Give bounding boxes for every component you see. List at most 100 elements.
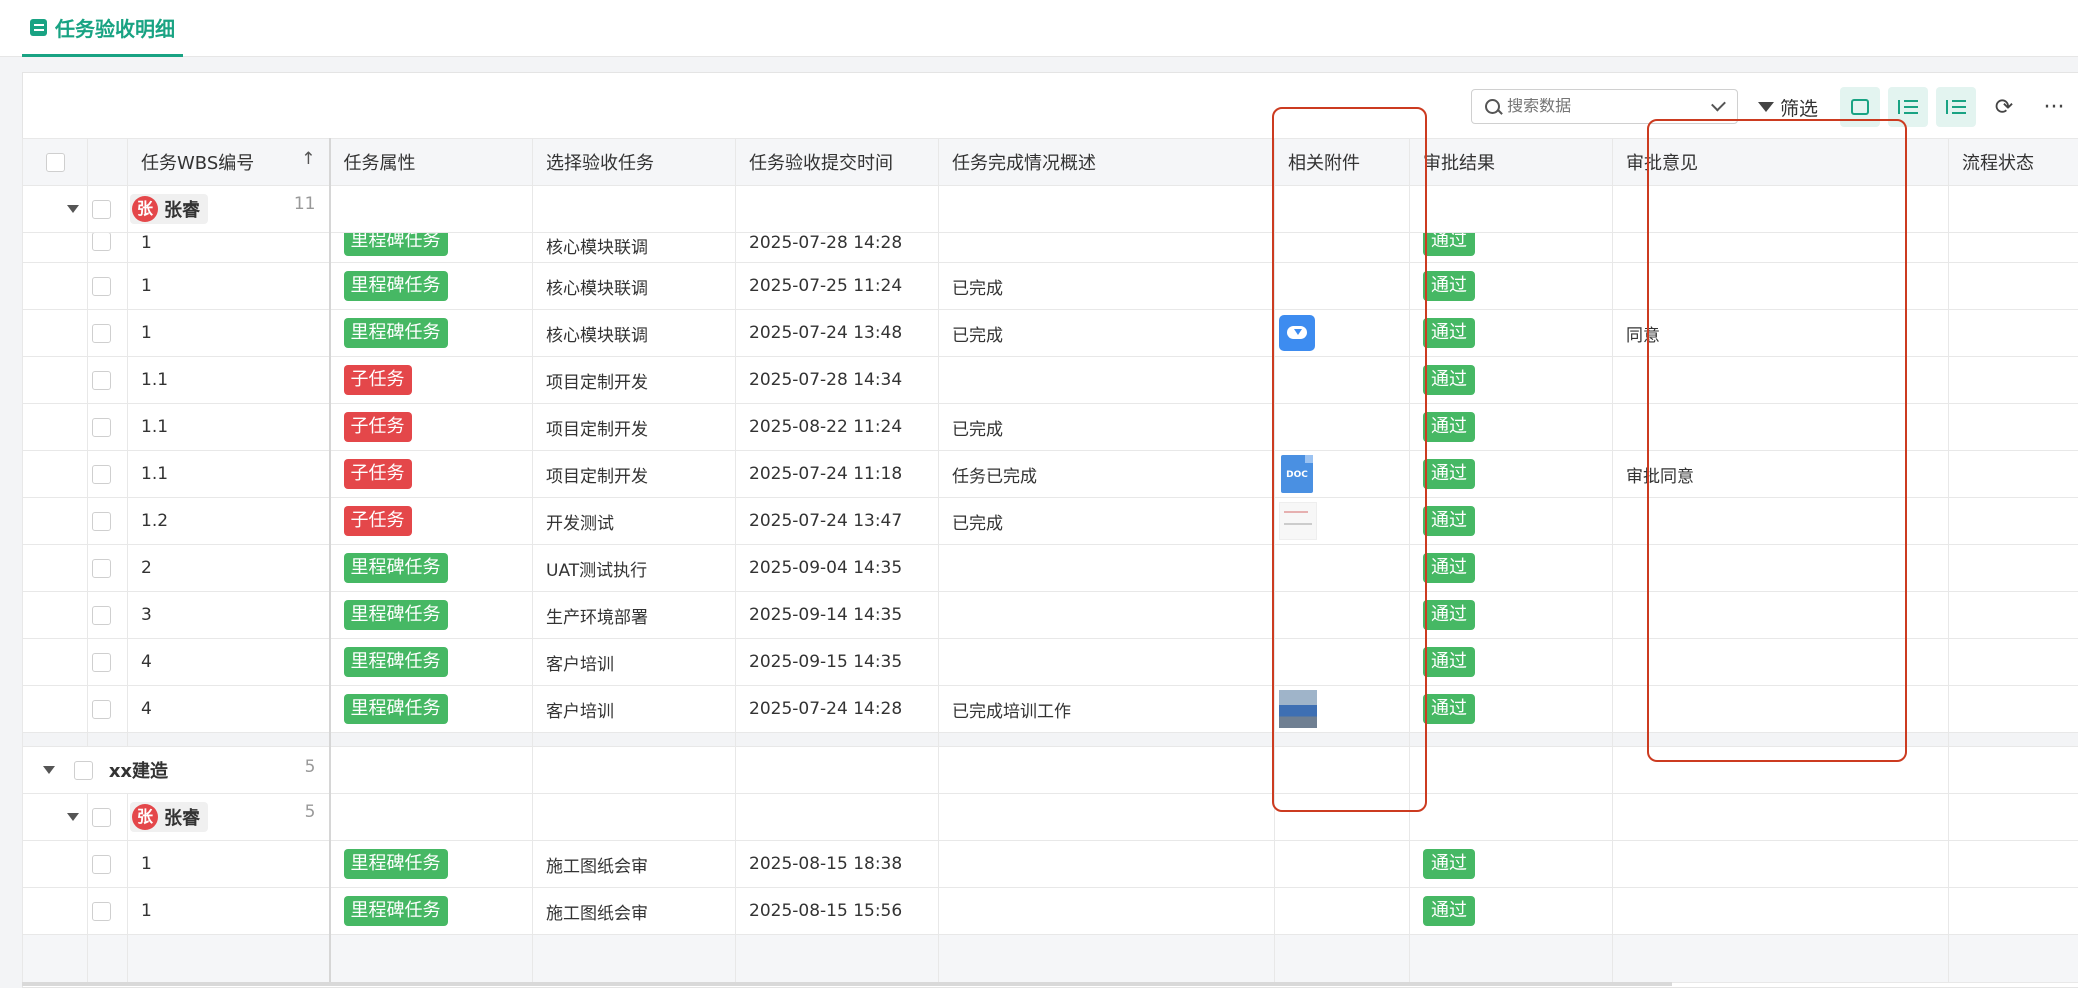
refresh-icon: ⟳ [1995, 95, 2013, 120]
avatar: 张 [132, 196, 158, 222]
search-box[interactable] [1471, 89, 1738, 124]
table-row[interactable]: 1.1 子任务 项目定制开发 2025-07-24 11:18 任务已完成 DO… [23, 451, 2078, 498]
group-count: 5 [305, 802, 316, 822]
col-result[interactable]: 审批结果 [1410, 139, 1613, 186]
attr-tag: 子任务 [344, 506, 412, 536]
table-row[interactable]: 1.2 子任务 开发测试 2025-07-24 13:47 已完成 通过 [23, 498, 2078, 545]
result-tag: 通过 [1423, 694, 1475, 724]
row-checkbox[interactable] [92, 233, 111, 251]
result-tag: 通过 [1423, 506, 1475, 536]
acceptance-table: 任务WBS编号↑ 任务属性 选择验收任务 任务验收提交时间 任务完成情况概述 相… [22, 138, 2078, 983]
row-checkbox[interactable] [92, 902, 111, 921]
attr-tag: 子任务 [344, 412, 412, 442]
col-task[interactable]: 选择验收任务 [533, 139, 736, 186]
doc-file-icon[interactable]: DOC [1281, 455, 1313, 493]
person-chip: 张 张睿 [130, 194, 208, 224]
result-tag: 通过 [1423, 365, 1475, 395]
sort-tree-icon [1898, 100, 1918, 114]
avatar: 张 [132, 804, 158, 830]
photo-thumbnail[interactable] [1279, 690, 1317, 728]
row-checkbox[interactable] [92, 512, 111, 531]
col-summary[interactable]: 任务完成情况概述 [939, 139, 1275, 186]
table-footer-row [23, 935, 2078, 983]
group-checkbox[interactable] [92, 200, 111, 219]
table-row[interactable]: 1 里程碑任务 施工图纸会审 2025-08-15 15:56 通过 [23, 888, 2078, 935]
attr-tag: 里程碑任务 [344, 553, 448, 583]
row-checkbox[interactable] [92, 559, 111, 578]
attr-tag: 里程碑任务 [344, 318, 448, 348]
row-checkbox[interactable] [92, 653, 111, 672]
table-row[interactable]: 1 里程碑任务 核心模块联调 2025-07-25 11:24 已完成 通过 [23, 263, 2078, 310]
result-tag: 通过 [1423, 600, 1475, 630]
result-tag: 通过 [1423, 271, 1475, 301]
table-row[interactable]: 4 里程碑任务 客户培训 2025-07-24 14:28 已完成培训工作 通过 [23, 686, 2078, 733]
group-row-person: 张 张睿 11 [23, 186, 2078, 233]
search-icon [1482, 97, 1501, 117]
col-attr[interactable]: 任务属性 [330, 139, 533, 186]
attr-tag: 里程碑任务 [344, 849, 448, 879]
row-checkbox[interactable] [92, 277, 111, 296]
table-row[interactable]: 1 里程碑任务 核心模块联调 2025-07-28 14:28 通过 [23, 233, 2078, 263]
tab-label: 任务验收明细 [55, 13, 175, 42]
attr-tag: 子任务 [344, 459, 412, 489]
attr-tag: 里程碑任务 [344, 694, 448, 724]
horizontal-scrollbar[interactable] [22, 982, 1672, 986]
group-row-person: 张 张睿 5 [23, 794, 2078, 841]
document-thumbnail[interactable] [1279, 502, 1317, 540]
row-checkbox[interactable] [92, 371, 111, 390]
group-row-project: xx建造 5 [23, 747, 2078, 794]
attr-tag: 里程碑任务 [344, 600, 448, 630]
row-checkbox[interactable] [92, 855, 111, 874]
group-name: xx建造 [109, 761, 168, 782]
attr-tag: 里程碑任务 [344, 896, 448, 926]
col-wbs[interactable]: 任务WBS编号↑ [128, 139, 330, 186]
result-tag: 通过 [1423, 233, 1475, 257]
group-checkbox[interactable] [74, 761, 93, 780]
attr-tag: 里程碑任务 [344, 271, 448, 301]
table-row[interactable]: 1 里程碑任务 施工图纸会审 2025-08-15 18:38 通过 [23, 841, 2078, 888]
sort-tree-button[interactable] [1888, 87, 1928, 127]
search-input[interactable] [1501, 98, 1714, 116]
col-status[interactable]: 流程状态 [1949, 139, 2078, 186]
group-count: 11 [294, 194, 316, 214]
col-opinion[interactable]: 审批意见 [1613, 139, 1949, 186]
group-count: 5 [305, 757, 316, 777]
table-row[interactable]: 1 里程碑任务 核心模块联调 2025-07-24 13:48 已完成 通过 同… [23, 310, 2078, 357]
row-checkbox[interactable] [92, 324, 111, 343]
group-checkbox[interactable] [92, 808, 111, 827]
table-row[interactable]: 4 里程碑任务 客户培训 2025-09-15 14:35 通过 [23, 639, 2078, 686]
select-all-checkbox[interactable] [46, 153, 65, 172]
refresh-button[interactable]: ⟳ [1984, 87, 2024, 127]
row-checkbox[interactable] [92, 606, 111, 625]
collapse-caret-icon[interactable] [67, 813, 79, 821]
tab-task-acceptance-detail[interactable]: 任务验收明细 [22, 0, 183, 57]
table-row[interactable]: 3 里程碑任务 生产环境部署 2025-09-14 14:35 通过 [23, 592, 2078, 639]
sort-arrow-icon[interactable]: ↑ [301, 149, 315, 169]
table-row[interactable]: 1.1 子任务 项目定制开发 2025-08-22 11:24 已完成 通过 [23, 404, 2078, 451]
col-time[interactable]: 任务验收提交时间 [736, 139, 939, 186]
result-tag: 通过 [1423, 553, 1475, 583]
result-tag: 通过 [1423, 896, 1475, 926]
filter-button[interactable]: 筛选 [1758, 92, 1818, 122]
row-checkbox[interactable] [92, 418, 111, 437]
header-checkbox-cell [23, 139, 88, 186]
group-list-button[interactable] [1936, 87, 1976, 127]
cloud-upload-icon[interactable] [1279, 315, 1315, 351]
row-checkbox[interactable] [92, 700, 111, 719]
sticky-note-button[interactable] [1840, 87, 1880, 127]
table-header-row: 任务WBS编号↑ 任务属性 选择验收任务 任务验收提交时间 任务完成情况概述 相… [23, 139, 2078, 186]
group-list-icon [1946, 100, 1966, 114]
table-row[interactable]: 1.1 子任务 项目定制开发 2025-07-28 14:34 通过 [23, 357, 2078, 404]
collapse-caret-icon[interactable] [43, 766, 55, 774]
more-button[interactable]: ··· [2034, 87, 2074, 127]
row-checkbox[interactable] [92, 465, 111, 484]
result-tag: 通过 [1423, 849, 1475, 879]
col-attach[interactable]: 相关附件 [1275, 139, 1410, 186]
attr-tag: 里程碑任务 [344, 647, 448, 677]
result-tag: 通过 [1423, 412, 1475, 442]
result-tag: 通过 [1423, 647, 1475, 677]
collapse-caret-icon[interactable] [67, 205, 79, 213]
filter-label: 筛选 [1780, 94, 1818, 121]
more-icon: ··· [2044, 95, 2065, 120]
table-row[interactable]: 2 里程碑任务 UAT测试执行 2025-09-04 14:35 通过 [23, 545, 2078, 592]
